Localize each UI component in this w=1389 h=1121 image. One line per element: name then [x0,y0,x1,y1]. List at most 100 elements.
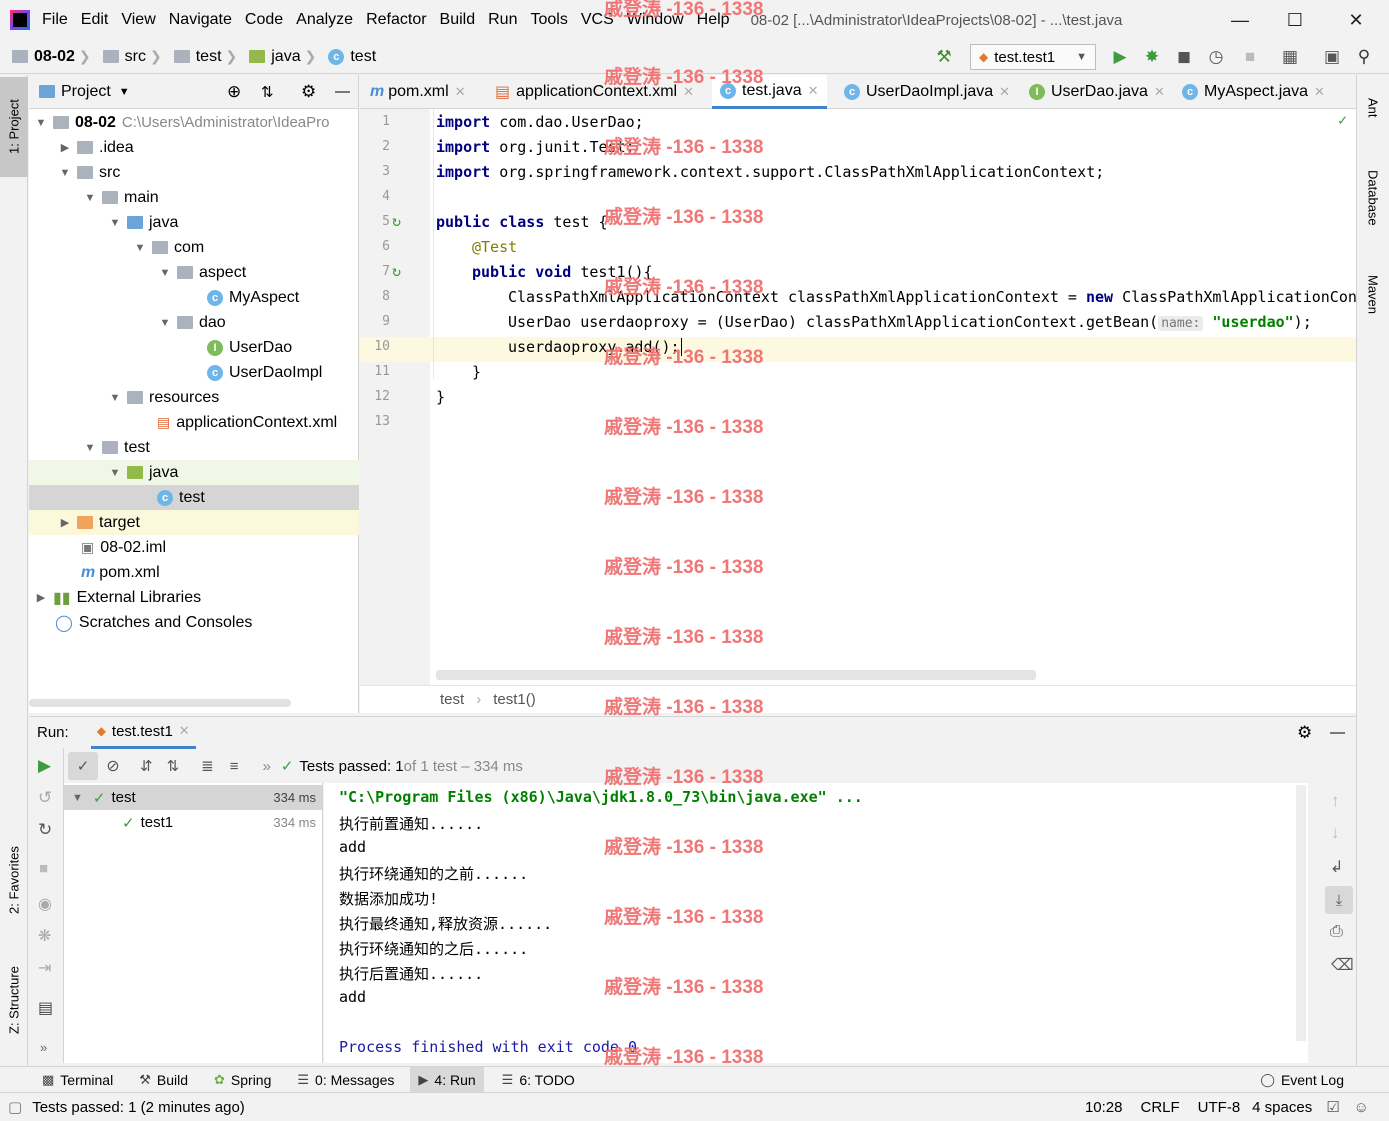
show-ignored-icon[interactable]: ⊘ [98,752,128,780]
caret-position[interactable]: 10:28 [1085,1099,1123,1116]
chevron-down-icon[interactable]: ▼ [33,117,49,129]
rerun-failed-icon[interactable]: ↺ [38,788,52,808]
menu-tools[interactable]: Tools [530,11,567,29]
chevron-down-icon[interactable]: ▼ [82,192,98,204]
menu-view[interactable]: View [121,11,155,29]
show-passed-icon[interactable]: ✓ [68,752,98,780]
tree-item-root[interactable]: ▼ 08-02 C:\Users\Administrator\IdeaPro [29,110,359,135]
tree-item-userdao[interactable]: I UserDao [29,335,359,360]
database-tool-tab[interactable]: Database [1359,153,1387,243]
tree-item-iml[interactable]: ▣ 08-02.iml [29,535,359,560]
menu-refactor[interactable]: Refactor [366,11,426,29]
terminal-tab[interactable]: ▩ Terminal [42,1072,113,1088]
tab-userdao-java[interactable]: I UserDao.java ✕ [1029,75,1165,109]
tree-item-pom[interactable]: m pom.xml [29,560,359,585]
chevron-down-icon[interactable]: ▼ [82,442,98,454]
import-tests-icon[interactable]: ⇥ [38,958,51,978]
tree-item-main-java[interactable]: ▼ java [29,210,359,235]
expand-all-icon[interactable]: ≣ [201,757,214,775]
build-hammer-icon[interactable]: ⚒ [934,47,954,67]
soft-wrap-icon[interactable]: ↲ [1330,857,1343,877]
menu-navigate[interactable]: Navigate [169,11,232,29]
close-tab-icon[interactable]: ✕ [179,723,190,739]
tree-item-idea[interactable]: ▶ .idea [29,135,359,160]
inspector-icon[interactable]: ☺ [1354,1099,1369,1116]
tree-item-resources[interactable]: ▼ resources [29,385,359,410]
hide-panel-icon[interactable]: — [335,83,350,100]
menu-file[interactable]: File [42,11,68,29]
test-tree-row[interactable]: ✓ test1 334 ms [64,810,322,835]
console-output[interactable]: "C:\Program Files (x86)\Java\jdk1.8.0_73… [324,783,1308,1063]
messages-tab[interactable]: ☰ 0: Messages [297,1072,394,1088]
scroll-to-end-icon[interactable]: ⤓ [1325,886,1353,914]
chevron-down-icon[interactable]: ▼ [119,86,130,98]
run-tab[interactable]: ◆ test.test1 ✕ [90,717,196,749]
print-icon[interactable]: ⎙ [1330,923,1343,941]
rerun-icon[interactable]: ▶ [38,756,51,776]
close-tab-icon[interactable]: ✕ [455,84,466,100]
tree-item-target[interactable]: ▶ target [29,510,359,535]
maven-tool-tab[interactable]: Maven [1359,260,1387,330]
tree-item-com[interactable]: ▼ com [29,235,359,260]
chevron-down-icon[interactable]: ▼ [107,392,123,404]
tree-item-userdaoimpl[interactable]: c UserDaoImpl [29,360,359,385]
profile-icon[interactable]: ◷ [1206,47,1226,67]
horizontal-scrollbar[interactable] [29,699,291,707]
structure-tool-tab[interactable]: Z: Structure [0,945,28,1055]
minimize-icon[interactable]: — [1228,8,1252,32]
menu-run[interactable]: Run [488,11,517,29]
tree-item-applicationcontext[interactable]: ▤ applicationContext.xml [29,410,359,435]
tree-item-src[interactable]: ▼ src [29,160,359,185]
favorites-tool-tab[interactable]: 2: Favorites [0,825,28,935]
breadcrumb-test[interactable]: test ❯ [173,48,244,66]
menu-edit[interactable]: Edit [81,11,109,29]
chevron-down-icon[interactable]: ▼ [157,317,173,329]
tree-item-aspect[interactable]: ▼ aspect [29,260,359,285]
locate-file-icon[interactable]: ⊕ [227,82,241,102]
chevron-right-icon[interactable]: ▶ [33,591,49,604]
breadcrumb-method[interactable]: test1() [493,691,536,708]
line-separator[interactable]: CRLF [1141,1099,1180,1116]
tree-item-main[interactable]: ▼ main [29,185,359,210]
collapse-all-icon[interactable]: ≡ [230,758,239,775]
tree-item-myaspect[interactable]: c MyAspect [29,285,359,310]
close-tab-icon[interactable]: ✕ [999,84,1010,100]
gear-icon[interactable]: ⚙ [1297,723,1312,743]
vertical-scrollbar[interactable] [1296,785,1306,1041]
tree-item-test-class[interactable]: c test [29,485,359,510]
trash-icon[interactable]: ⌫ [1331,955,1354,975]
sort-alphabetically-icon[interactable]: ⇵ [140,757,153,775]
tree-item-scratches[interactable]: ◯ Scratches and Consoles [29,610,359,635]
horizontal-scrollbar[interactable] [436,670,1036,680]
breadcrumb-class[interactable]: test [440,691,464,708]
stop-icon[interactable]: ■ [39,860,48,877]
breadcrumb-java[interactable]: java ❯ [249,48,322,66]
toggle-auto-test-icon[interactable]: ↻ [38,820,52,840]
tree-item-test[interactable]: ▼ test [29,435,359,460]
settings-icon[interactable]: ❋ [38,926,51,946]
up-arrow-icon[interactable]: ↑ [1331,791,1340,811]
tree-item-test-java[interactable]: ▼ java [29,460,359,485]
close-window-icon[interactable]: ✕ [1344,8,1368,32]
event-log-tab[interactable]: ◯ Event Log [1260,1072,1344,1088]
chevron-right-icon[interactable]: ▶ [57,141,73,154]
search-everywhere-icon[interactable]: ⚲ [1354,47,1374,67]
camera-icon[interactable]: ◉ [38,894,52,914]
run-icon[interactable]: ▶ [1110,47,1130,67]
run-tool-tab[interactable]: ▶ 4: Run [410,1066,484,1093]
indent-setting[interactable]: 4 spaces [1252,1099,1312,1116]
run-configuration-select[interactable]: ◆ test.test1 ▼ [970,44,1096,70]
code-editor[interactable]: import com.dao.UserDao; import org.junit… [430,109,1356,685]
debug-icon[interactable]: ✸ [1142,47,1162,67]
tab-userdaoimpl-java[interactable]: c UserDaoImpl.java ✕ [844,75,1010,109]
chevron-down-icon[interactable]: ▼ [57,167,73,179]
run-test-method-icon[interactable]: ↻ [392,262,401,280]
sort-by-duration-icon[interactable]: ⇅ [167,757,180,775]
menu-code[interactable]: Code [245,11,283,29]
menu-build[interactable]: Build [440,11,476,29]
close-tab-icon[interactable]: ✕ [1314,84,1325,100]
coverage-icon[interactable]: ◼ [1174,47,1194,67]
build-tab[interactable]: ⚒ Build [139,1072,188,1088]
hide-panel-icon[interactable]: — [1330,724,1345,741]
inspection-ok-icon[interactable]: ✓ [1338,111,1347,129]
